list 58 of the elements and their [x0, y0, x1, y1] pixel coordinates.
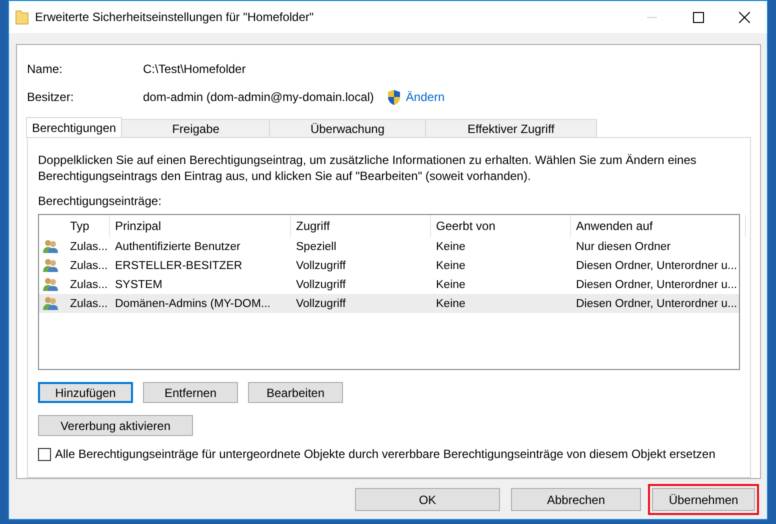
table-cell-text: Nur diesen Ordner [575, 240, 672, 252]
column-header[interactable]: Typ [65, 215, 110, 237]
column-header[interactable]: Anwenden auf [571, 215, 746, 237]
maximize-icon[interactable] [692, 12, 704, 22]
column-header[interactable]: Prinzipal [110, 215, 291, 237]
window-title: Erweiterte Sicherheitseinstellungen für "Homefolder" [35, 10, 315, 24]
list-row[interactable]: Zulas... Authentifizierte Benutzer Speziell Keine Nur diesen Ordner [39, 237, 739, 256]
table-cell-text: ERSTELLER-BESITZER [114, 260, 244, 272]
table-cell-text: Zulas... [69, 260, 109, 272]
close-icon[interactable] [738, 12, 750, 22]
table-cell-text: Keine [435, 240, 466, 252]
users-icon [42, 296, 59, 311]
table-cell-text: Domänen-Admins (MY-DOM... [114, 298, 272, 310]
tab[interactable]: Überwachung [269, 119, 426, 138]
folder-icon [15, 9, 29, 25]
checkbox-label: Alle Berechtigungseinträge für untergeordnete Objekte durch vererbbare Berechtigungseinträge von diesem Objekt ersetzen [55, 447, 716, 461]
action-button[interactable]: Hinzufügen [38, 382, 133, 403]
table-cell-text: Vollzugriff [295, 260, 347, 272]
list-row[interactable]: Zulas... ERSTELLER-BESITZER Vollzugriff Keine Diesen Ordner, Unterordner u... [39, 256, 739, 275]
table-cell-text: Zulas... [69, 278, 109, 290]
change-link[interactable]: Ändern [406, 90, 445, 104]
users-icon [42, 277, 59, 292]
field-value: dom-admin (dom-admin@my-domain.local) [143, 90, 374, 104]
users-icon [42, 258, 59, 273]
list-row[interactable]: Zulas... SYSTEM Vollzugriff Keine Diesen Ordner, Unterordner u... [39, 275, 739, 294]
list-row[interactable]: Zulas... Domänen-Admins (MY-DOM... Vollzugriff Keine Diesen Ordner, Unterordner u... [39, 294, 739, 313]
field-value: C:\Test\Homefolder [143, 62, 246, 76]
inherit-button[interactable]: Vererbung aktivieren [38, 415, 193, 436]
column-header[interactable]: Zugriff [291, 215, 431, 237]
tab[interactable]: Effektiver Zugriff [424, 119, 598, 138]
table-cell-text: Keine [435, 260, 466, 272]
table-cell-text: Diesen Ordner, Unterordner u... [575, 260, 738, 272]
table-cell-text: Speziell [295, 240, 338, 252]
table-cell-text: Authentifizierte Benutzer [114, 240, 242, 252]
table-cell-text: Vollzugriff [295, 298, 347, 310]
column-header[interactable]: Geerbt von [431, 215, 571, 237]
table-cell-text: Vollzugriff [295, 278, 347, 290]
dialog-button[interactable]: Übernehmen [652, 488, 755, 511]
checkbox[interactable] [38, 448, 51, 460]
shield-icon [386, 88, 402, 106]
users-icon [42, 239, 59, 254]
table-cell-text: Keine [435, 298, 466, 310]
list-label: Berechtigungseinträge: [38, 194, 162, 208]
field-label: Besitzer: [27, 90, 75, 104]
table-cell-text: Zulas... [69, 240, 109, 252]
action-button[interactable]: Entfernen [143, 382, 238, 403]
description-text: Doppelklicken Sie auf einen Berechtigungseintrag, um zusätzliche Informationen zu erhalten. Wählen Sie zum Ändern eines Berechtigungseintrags den Eintrag aus, und klicken Sie auf "Bearbeiten" (soweit vorhanden). [38, 152, 698, 184]
table-cell-text: Keine [435, 278, 466, 290]
table-cell-text: Diesen Ordner, Unterordner u... [575, 278, 738, 290]
table-cell-text: Diesen Ordner, Unterordner u... [575, 298, 738, 310]
tab[interactable]: Freigabe [121, 119, 270, 138]
dialog-button[interactable]: OK [355, 488, 500, 511]
action-button[interactable]: Bearbeiten [248, 382, 343, 403]
tab[interactable]: Berechtigungen [26, 117, 122, 138]
field-label: Name: [27, 62, 64, 76]
table-cell-text: SYSTEM [114, 278, 164, 290]
table-cell-text: Zulas... [69, 298, 109, 310]
dialog-button[interactable]: Abbrechen [511, 488, 641, 511]
